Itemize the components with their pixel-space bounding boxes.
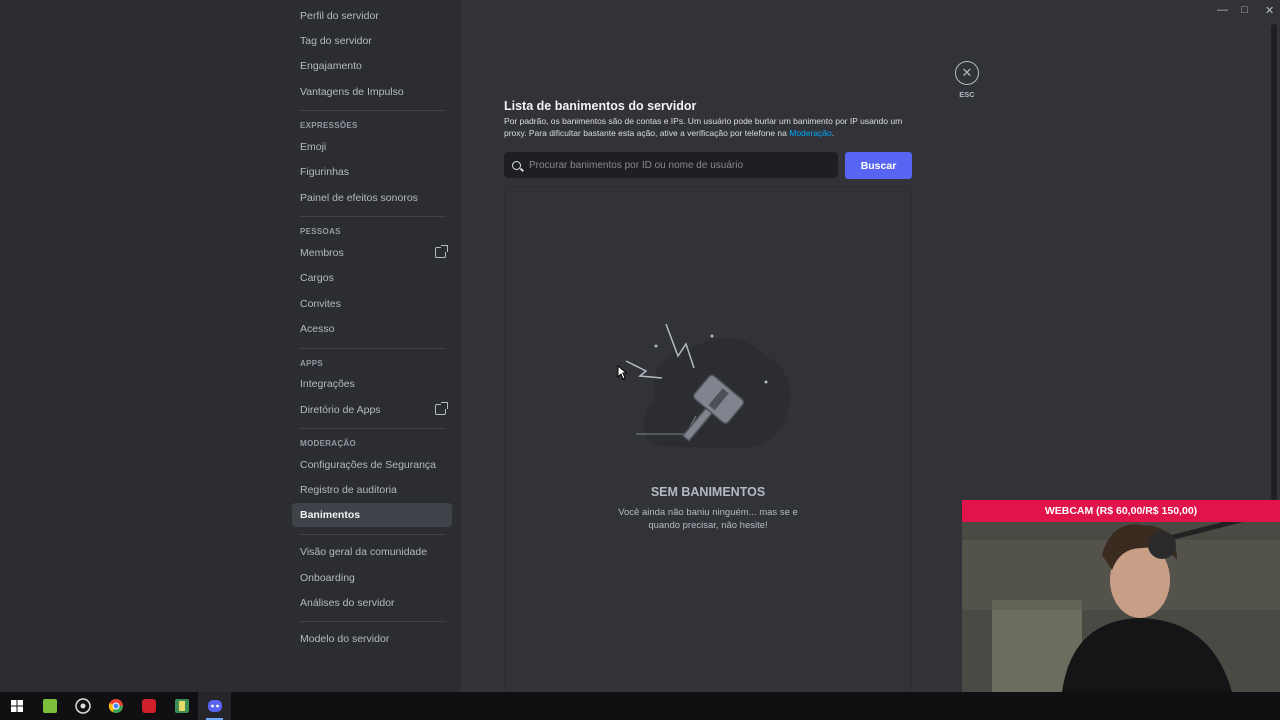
start-icon[interactable] (0, 692, 33, 720)
nav-item-safety-settings[interactable]: Configurações de Segurança (292, 453, 452, 477)
ban-search-box (504, 152, 838, 178)
moderation-link[interactable]: Moderação (789, 128, 832, 138)
nav-item-emoji[interactable]: Emoji (292, 135, 452, 159)
ban-hammer-illustration (625, 323, 791, 449)
nav-item-server-insights[interactable]: Análises do servidor (292, 591, 452, 615)
chrome-icon[interactable] (99, 692, 132, 720)
nav-header-moderation: MODERAÇÃO (300, 439, 357, 448)
nav-item-bans[interactable]: Banimentos (292, 503, 452, 527)
obs-icon[interactable] (66, 692, 99, 720)
ban-search-input[interactable] (529, 159, 829, 171)
nav-item-invites[interactable]: Convites (292, 292, 452, 316)
nav-item-soundboard[interactable]: Painel de efeitos sonoros (292, 186, 452, 210)
esc-label: ESC (959, 90, 975, 99)
maximize-icon[interactable]: □ (1241, 4, 1248, 16)
webcam-price-label: WEBCAM (R$ 60,00/R$ 150,00) (962, 500, 1280, 522)
nav-divider (300, 428, 446, 429)
nav-item-label: Diretório de Apps (300, 404, 381, 416)
nav-item-boost-perks[interactable]: Vantagens de Impulso (292, 80, 452, 104)
description-end: . (831, 128, 835, 138)
nav-divider (300, 534, 446, 535)
page-title: Lista de banimentos do servidor (504, 99, 697, 113)
android-app-icon[interactable] (33, 692, 66, 720)
taskbar (0, 692, 1280, 720)
external-link-icon (435, 245, 448, 258)
nav-item-app-directory[interactable]: Diretório de Apps (292, 398, 452, 422)
webcam-overlay: WEBCAM (R$ 60,00/R$ 150,00) (962, 500, 1280, 692)
empty-state-title: SEM BANIMENTOS (650, 485, 766, 499)
nav-item-roles[interactable]: Cargos (292, 266, 452, 290)
green-app-icon[interactable] (165, 692, 198, 720)
nav-header-expressions: EXPRESSÕES (300, 121, 358, 130)
nav-item-stickers[interactable]: Figurinhas (292, 160, 452, 184)
nav-item-engagement[interactable]: Engajamento (292, 54, 452, 78)
nav-item-members[interactable]: Membros (292, 241, 452, 265)
external-link-icon (435, 402, 448, 415)
search-icon (512, 160, 521, 170)
nav-divider (300, 621, 446, 622)
minimize-icon[interactable]: — (1217, 4, 1228, 16)
nav-item-server-tag[interactable]: Tag do servidor (292, 29, 452, 53)
scrollbar[interactable] (1271, 24, 1277, 500)
nav-item-audit-log[interactable]: Registro de auditoria (292, 478, 452, 502)
nav-header-people: PESSOAS (300, 227, 341, 236)
nav-item-integrations[interactable]: Integrações (292, 372, 452, 396)
nav-item-server-template[interactable]: Modelo do servidor (292, 627, 452, 651)
close-settings-button[interactable]: ✕ (955, 61, 979, 85)
search-button[interactable]: Buscar (845, 152, 912, 179)
nav-item-access[interactable]: Acesso (292, 317, 452, 341)
nav-divider (300, 216, 446, 217)
close-icon: ✕ (961, 65, 973, 80)
nav-item-server-profile[interactable]: Perfil do servidor (292, 4, 452, 28)
webcam-feed (962, 500, 1280, 692)
close-window-icon[interactable]: ✕ (1265, 4, 1274, 17)
nav-divider (300, 348, 446, 349)
description-text: Por padrão, os banimentos são de contas … (504, 116, 903, 138)
nav-divider (300, 110, 446, 111)
empty-state-subtitle: Você ainda não baniu ninguém... mas se e… (618, 507, 798, 531)
nav-item-community-overview[interactable]: Visão geral da comunidade (292, 540, 452, 564)
nav-item-onboarding[interactable]: Onboarding (292, 566, 452, 590)
settings-sidebar: Perfil do servidor Tag do servidor Engaj… (0, 0, 461, 692)
mouse-cursor-icon (617, 365, 627, 380)
nav-item-label: Membros (300, 247, 344, 259)
red-app-icon[interactable] (132, 692, 165, 720)
page-description: Por padrão, os banimentos são de contas … (504, 115, 914, 139)
discord-icon[interactable] (198, 692, 231, 720)
nav-header-apps: APPS (300, 359, 323, 368)
